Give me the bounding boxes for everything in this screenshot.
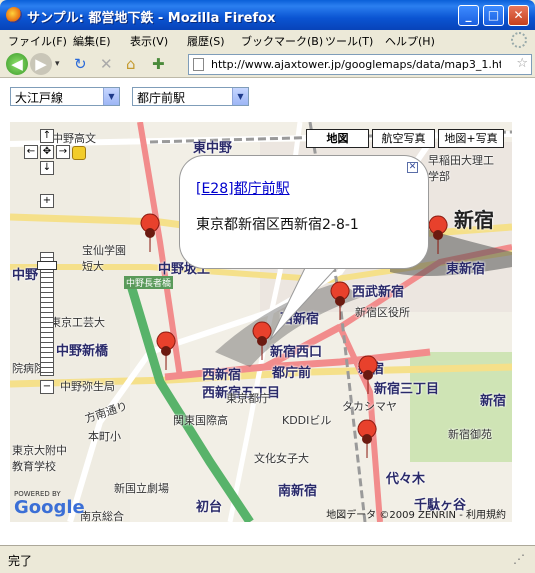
map-label: 新宿三丁目: [374, 382, 440, 397]
firefox-icon: [6, 7, 22, 23]
map-label: 東京工芸大: [50, 316, 105, 329]
map-label: 西新宿: [280, 312, 320, 327]
google-logo-text: Google: [14, 497, 85, 518]
map-label: 代々木: [386, 472, 426, 487]
back-button[interactable]: ◀: [6, 53, 28, 75]
station-marker[interactable]: [145, 228, 155, 238]
reload-icon[interactable]: ↻: [74, 53, 87, 75]
map-label: KDDIビル: [282, 414, 332, 427]
map-label: 新宿: [480, 394, 507, 409]
map-label: 南京総合: [80, 510, 124, 522]
minimize-button[interactable]: _: [458, 5, 479, 26]
menu-tools[interactable]: ツール(T): [325, 33, 373, 49]
pan-down-button[interactable]: ↓: [40, 161, 54, 175]
menu-bar: ファイル(F) 編集(E) 表示(V) 履歴(S) ブックマーク(B) ツール(…: [0, 30, 535, 50]
nav-toolbar: ◀ ▶ ▾ ↻ ✕ ⌂ ✚ http://www.ajaxtower.jp/go…: [0, 50, 535, 78]
map-type-satellite[interactable]: 航空写真: [372, 129, 435, 148]
bookmark-star-icon[interactable]: ☆: [516, 56, 528, 71]
chevron-down-icon: ▼: [232, 88, 248, 105]
window-title: サンプル: 都営地下鉄 - Mozilla Firefox: [27, 11, 276, 26]
line-select-value: 大江戸線: [15, 91, 64, 105]
zoom-slider[interactable]: [37, 252, 57, 376]
page-icon: [193, 58, 204, 71]
map-label: 都庁前: [272, 366, 312, 381]
map-label: 東京大附中教育学校: [12, 444, 67, 473]
map-label: 新宿御苑: [448, 428, 492, 441]
map-label: 中野新橋: [56, 344, 109, 359]
map-label: タカシマヤ: [342, 400, 397, 413]
menu-bookmarks[interactable]: ブックマーク(B): [241, 33, 323, 49]
pan-up-button[interactable]: ↑: [40, 129, 54, 143]
station-select-value: 都庁前駅: [137, 91, 186, 105]
map-label: 中野: [12, 268, 39, 283]
info-window: [E28]都庁前駅 東京都新宿区西新宿2-8-1 ✕: [180, 156, 428, 268]
title-bar: サンプル: 都営地下鉄 - Mozilla Firefox _ □ ✕: [0, 0, 535, 30]
zoom-slider-knob[interactable]: [37, 261, 57, 270]
stop-icon[interactable]: ✕: [100, 53, 113, 75]
close-icon[interactable]: ✕: [407, 162, 418, 173]
chevron-down-icon: ▼: [103, 88, 119, 105]
resize-grip-icon[interactable]: ⋰: [513, 552, 531, 568]
menu-view[interactable]: 表示(V): [130, 33, 168, 49]
map-label: 西新宿: [202, 368, 242, 383]
history-dropdown-icon[interactable]: ▾: [55, 53, 60, 75]
station-marker[interactable]: [161, 346, 171, 356]
map-label: 初台: [196, 500, 223, 515]
station-marker[interactable]: [257, 336, 267, 346]
google-map[interactable]: 中野高文 東中野 早稲田大理工学部 新宿 宝仙学園短大 中野坂上 中野長者橋 中…: [10, 122, 512, 522]
forward-button[interactable]: ▶: [30, 53, 52, 75]
menu-history[interactable]: 履歴(S): [187, 33, 225, 49]
zoom-in-button[interactable]: +: [40, 194, 54, 208]
status-bar: 完了 ⋰: [0, 545, 535, 573]
line-select[interactable]: 大江戸線 ▼: [10, 87, 120, 106]
map-label: 新国立劇場: [114, 482, 169, 495]
close-button[interactable]: ✕: [508, 5, 529, 26]
map-label: 早稲田大理工学部: [428, 154, 494, 183]
maximize-button[interactable]: □: [483, 5, 504, 26]
menu-help[interactable]: ヘルプ(H): [385, 33, 435, 49]
menu-file[interactable]: ファイル(F): [8, 33, 67, 49]
throbber-icon: [511, 32, 527, 48]
map-label: 新宿西口: [270, 345, 323, 360]
map-label: 西武新宿: [352, 285, 405, 300]
map-copyright: 地図データ ©2009 ZENRIN - 利用規約: [326, 510, 506, 521]
url-text: http://www.ajaxtower.jp/googlemaps/data/…: [211, 58, 501, 71]
map-label: 本町小: [88, 430, 121, 443]
map-label: 東京都庁: [226, 392, 270, 405]
map-label: 新宿: [454, 208, 494, 232]
map-label: 南新宿: [278, 484, 318, 499]
station-marker[interactable]: [433, 230, 443, 240]
address-bar[interactable]: http://www.ajaxtower.jp/googlemaps/data/…: [188, 54, 532, 75]
station-select[interactable]: 都庁前駅 ▼: [132, 87, 249, 106]
map-type-map[interactable]: 地図: [306, 129, 369, 148]
map-type-hybrid[interactable]: 地図+写真: [438, 129, 504, 148]
pan-center-button[interactable]: ✥: [40, 145, 54, 159]
map-label: 中野長者橋: [124, 276, 174, 289]
zoom-out-button[interactable]: −: [40, 380, 54, 394]
map-label: 宝仙学園短大: [82, 244, 126, 273]
station-marker[interactable]: [335, 296, 345, 306]
station-address: 東京都新宿区西新宿2-8-1: [196, 217, 359, 233]
station-marker[interactable]: [363, 370, 373, 380]
station-marker[interactable]: [362, 434, 372, 444]
station-link[interactable]: [E28]都庁前駅: [196, 178, 290, 198]
addon-icon[interactable]: ✚: [152, 53, 165, 75]
menu-edit[interactable]: 編集(E): [73, 33, 111, 49]
streetview-pegman-icon[interactable]: [72, 146, 86, 160]
map-label: 東中野: [193, 141, 233, 156]
home-icon[interactable]: ⌂: [126, 53, 136, 75]
google-logo[interactable]: Google: [14, 497, 85, 518]
pan-right-button[interactable]: →: [56, 145, 70, 159]
map-label: 東新宿: [446, 262, 486, 277]
page-content: 大江戸線 ▼ 都庁前駅 ▼ 中野高文 東中野 早稲田大理工学部 新宿 宝仙学園短…: [0, 78, 535, 545]
map-label: 文化女子大: [254, 452, 309, 465]
map-label: 中野弥生局: [60, 380, 115, 393]
map-label: 関東国際高: [173, 414, 228, 427]
map-label: 新宿区役所: [355, 306, 410, 319]
pan-left-button[interactable]: ←: [24, 145, 38, 159]
map-label: 中野高文: [52, 132, 96, 145]
status-text: 完了: [8, 554, 33, 568]
